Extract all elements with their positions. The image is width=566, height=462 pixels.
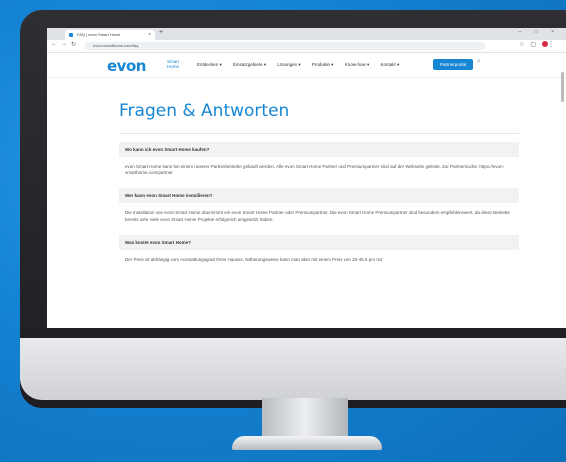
site-header: evon Smart Home Entdecken ▾ Einsatzgebiet… — [47, 53, 566, 78]
faq-answer: evon Smart Home kann bei einem unserer P… — [125, 164, 505, 176]
evon-logo[interactable]: evon — [107, 57, 146, 75]
faq-question[interactable]: Wer kann evon Smart Home installieren? — [119, 188, 519, 204]
menu-icon[interactable]: ⋮ — [548, 42, 560, 48]
logo-subtitle: Smart Home — [167, 59, 180, 69]
new-tab-icon[interactable]: + — [159, 29, 163, 36]
menu-item-entdecken[interactable]: Entdecken ▾ — [197, 62, 222, 67]
faq-question[interactable]: Wo kann ich evon Smart Home kaufen? — [119, 142, 519, 157]
screen: FAQ | evon Smart Home × + – □ × ← → ↻ ev… — [47, 28, 566, 328]
back-icon[interactable]: ← — [51, 41, 57, 47]
divider — [119, 133, 519, 134]
address-bar[interactable]: evon-smarthome.com/faq — [85, 42, 485, 50]
window-controls[interactable]: – □ × — [519, 29, 561, 35]
scrollbar[interactable] — [561, 72, 564, 102]
faq-answer: Der Preis ist abhängig vom Ausstattungsg… — [125, 256, 383, 262]
reload-icon[interactable]: ↻ — [71, 41, 76, 48]
monitor-chin — [20, 338, 566, 400]
search-icon[interactable]: ⌕ — [477, 58, 481, 66]
menu-item-produkte[interactable]: Produkte ▾ — [312, 62, 334, 67]
menu-item-knowhow[interactable]: Know-how ▾ — [345, 62, 370, 67]
extensions-icon[interactable]: ▢ — [530, 42, 542, 48]
forward-icon[interactable]: → — [61, 41, 67, 47]
browser-toolbar: ← → ↻ evon-smarthome.com/faq ☆▢ ⋮ — [47, 40, 566, 53]
bookmark-icon[interactable]: ☆ — [519, 42, 530, 48]
main-menu: Entdecken ▾ Einsatzgebiete ▾ Lösungen ▾ … — [197, 62, 409, 68]
menu-item-kontakt[interactable]: Kontakt ▾ — [380, 62, 399, 67]
menu-item-einsatzgebiete[interactable]: Einsatzgebiete ▾ — [233, 62, 266, 67]
tab-title: FAQ | evon Smart Home — [77, 32, 121, 37]
monitor-stand-base — [232, 436, 382, 450]
favicon-icon — [69, 33, 73, 37]
tab-close-icon[interactable]: × — [148, 30, 151, 40]
faq-answer: Die Installation von evon Smart Home übe… — [125, 210, 510, 222]
faq-question[interactable]: Was kostet evon Smart Home? — [119, 234, 519, 250]
faq-section: Fragen & Antworten Wo kann ich evon Smar… — [119, 88, 519, 267]
browser-tab-strip: FAQ | evon Smart Home × + – □ × — [47, 28, 566, 40]
browser-tab[interactable]: FAQ | evon Smart Home × — [65, 30, 155, 40]
partnerportal-button[interactable]: Partnerportal — [433, 59, 473, 70]
page-title: Fragen & Antworten — [119, 101, 290, 121]
menu-item-loesungen[interactable]: Lösungen ▾ — [277, 62, 300, 67]
toolbar-right: ☆▢ ⋮ — [519, 41, 560, 48]
